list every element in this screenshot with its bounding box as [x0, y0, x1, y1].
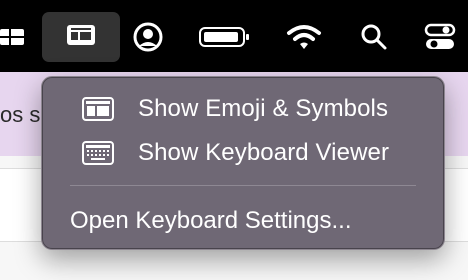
menu-item-label: Open Keyboard Settings... [70, 207, 352, 234]
menu-item-label: Show Keyboard Viewer [138, 139, 390, 166]
background-card-right [444, 168, 468, 242]
menu-separator [70, 185, 416, 186]
user-account-icon[interactable] [130, 12, 166, 62]
input-menu-icon [66, 23, 96, 52]
menu-item-open-keyboard-settings[interactable]: Open Keyboard Settings... [42, 201, 444, 241]
background-card-left [0, 168, 42, 242]
search-icon[interactable] [356, 12, 392, 62]
window-grid-icon[interactable] [0, 12, 30, 62]
input-menu-dropdown: Show Emoji & Symbols Show Keyboard Viewe… [41, 76, 445, 250]
menu-item-label: Show Emoji & Symbols [138, 95, 389, 122]
menu-bar [0, 0, 468, 72]
control-center-icon[interactable] [420, 12, 460, 62]
wifi-icon[interactable] [284, 12, 324, 62]
menu-item-keyboard-viewer[interactable]: Show Keyboard Viewer [42, 133, 444, 173]
input-menu-button[interactable] [42, 12, 120, 62]
menu-item-emoji-symbols[interactable]: Show Emoji & Symbols [42, 89, 444, 129]
battery-icon[interactable] [196, 12, 252, 62]
emoji-symbols-icon [82, 97, 114, 126]
keyboard-viewer-icon [82, 141, 114, 170]
background-partial-text: os s [0, 102, 41, 127]
